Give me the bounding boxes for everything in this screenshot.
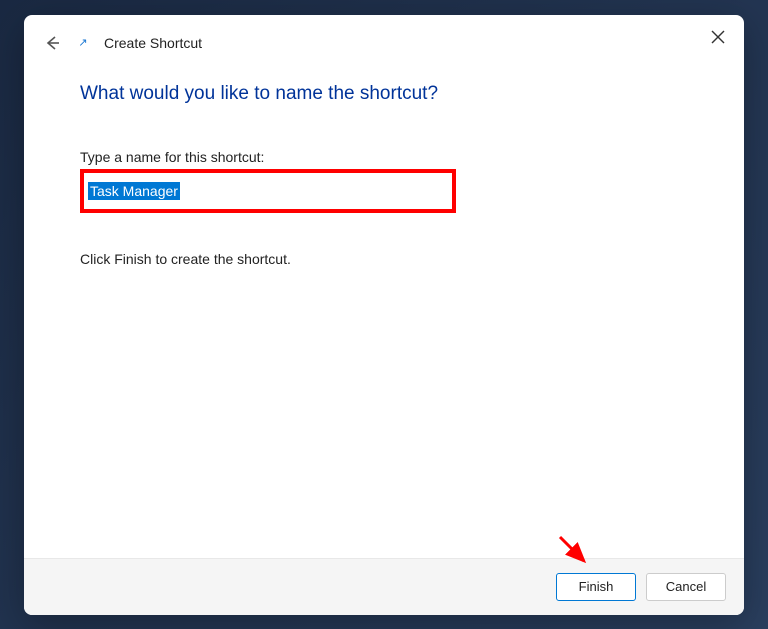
dialog-footer: Finish Cancel (24, 558, 744, 615)
arrow-left-icon (43, 34, 61, 52)
shortcut-overlay-icon: ↗ (76, 36, 90, 50)
finish-instruction: Click Finish to create the shortcut. (80, 251, 688, 267)
back-button[interactable] (42, 33, 62, 53)
dialog-content: What would you like to name the shortcut… (24, 53, 744, 558)
dialog-header: ↗ Create Shortcut (24, 15, 744, 53)
dialog-title: Create Shortcut (104, 35, 202, 51)
shortcut-name-label: Type a name for this shortcut: (80, 149, 688, 165)
annotation-highlight: Task Manager (80, 169, 456, 213)
close-button[interactable] (706, 25, 730, 49)
shortcut-name-value: Task Manager (88, 182, 180, 200)
shortcut-name-input[interactable]: Task Manager (86, 175, 450, 207)
cancel-button[interactable]: Cancel (646, 573, 726, 601)
close-icon (711, 30, 725, 44)
dialog-question: What would you like to name the shortcut… (80, 83, 688, 105)
create-shortcut-dialog: ↗ Create Shortcut What would you like to… (24, 15, 744, 615)
finish-button[interactable]: Finish (556, 573, 636, 601)
